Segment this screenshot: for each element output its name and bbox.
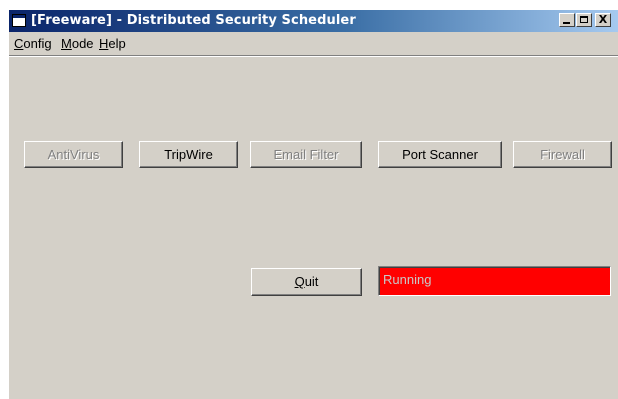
- antivirus-button[interactable]: AntiVirus: [24, 141, 123, 168]
- title-bar[interactable]: [Freeware] - Distributed Security Schedu…: [9, 10, 618, 32]
- quit-label: uit: [304, 274, 319, 289]
- menu-bar: Config Mode Help: [9, 33, 618, 57]
- maximize-button[interactable]: [576, 13, 592, 27]
- app-window: [Freeware] - Distributed Security Schedu…: [8, 10, 618, 399]
- menu-mode[interactable]: Mode: [61, 36, 94, 51]
- close-icon: X: [598, 13, 608, 26]
- app-window-icon[interactable]: [12, 14, 26, 27]
- minimize-button[interactable]: [559, 13, 575, 27]
- quit-button[interactable]: Quit: [251, 268, 362, 296]
- email-filter-button[interactable]: Email Filter: [250, 141, 362, 168]
- close-button[interactable]: X: [595, 13, 611, 27]
- window-title: [Freeware] - Distributed Security Schedu…: [31, 13, 356, 28]
- menu-help[interactable]: Help: [99, 36, 126, 51]
- menu-mode-label: ode: [71, 36, 94, 51]
- quit-mnemonic: Q: [294, 274, 305, 289]
- menu-config[interactable]: Config: [14, 36, 52, 51]
- status-indicator: Running: [378, 266, 611, 296]
- minimize-icon: [563, 22, 570, 24]
- menu-config-mnemonic: C: [14, 36, 24, 51]
- menu-help-label: elp: [108, 36, 126, 51]
- menu-mode-mnemonic: M: [61, 36, 72, 51]
- maximize-icon: [580, 16, 588, 23]
- tripwire-button[interactable]: TripWire: [139, 141, 238, 168]
- menu-help-mnemonic: H: [99, 36, 109, 51]
- firewall-button[interactable]: Firewall: [513, 141, 612, 168]
- port-scanner-button[interactable]: Port Scanner: [378, 141, 502, 168]
- menu-config-label: onfig: [23, 36, 52, 51]
